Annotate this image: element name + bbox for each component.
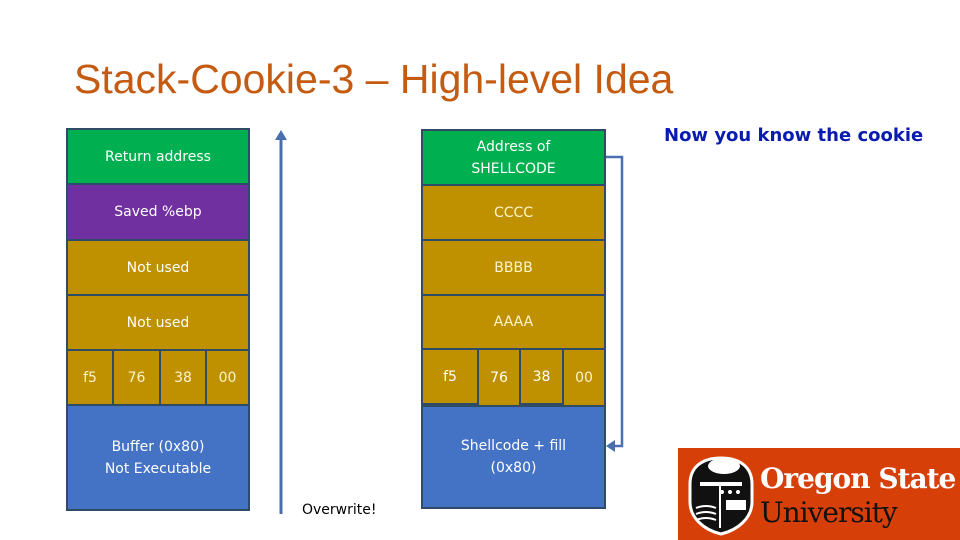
- logo-line2: University: [760, 496, 898, 529]
- shellcode-buffer-sublabel: (0x80): [490, 460, 537, 476]
- shellcode-buffer-slot: Shellcode + fill (0x80): [421, 405, 606, 509]
- not-used-label: Not used: [126, 314, 190, 331]
- overwrite-arrow-icon: [275, 130, 287, 514]
- beaver-crest-icon: [688, 456, 754, 536]
- cccc-label: CCCC: [493, 204, 534, 221]
- bbbb-label: BBBB: [494, 259, 533, 276]
- aaaa-label: AAAA: [493, 314, 534, 330]
- shellcode-address-label: Address of: [476, 138, 551, 155]
- buffer-label: Buffer (0x80): [111, 438, 205, 455]
- cookie-byte-label: 76: [490, 369, 508, 386]
- cookie-byte: 00: [205, 349, 250, 406]
- shellcode-address-slot: Address of SHELLCODE: [421, 129, 606, 186]
- cookie-byte: 76: [112, 349, 161, 406]
- cccc-slot: CCCC: [421, 184, 606, 241]
- cookie-byte: f5: [421, 348, 479, 405]
- cookie-byte-label: 76: [127, 369, 146, 386]
- oregon-state-logo: Oregon State University: [678, 448, 960, 540]
- cookie-byte: 38: [519, 348, 564, 405]
- bbbb-slot: BBBB: [421, 239, 606, 296]
- jump-arrow-icon: [606, 155, 624, 452]
- cookie-byte-label: f5: [443, 368, 457, 385]
- cookie-byte-label: 00: [575, 369, 593, 386]
- cookie-byte-label: 38: [174, 369, 192, 386]
- cookie-byte: f5: [66, 349, 114, 406]
- aaaa-slot: AAAA: [421, 294, 606, 350]
- buffer-slot: Buffer (0x80) Not Executable: [66, 404, 250, 511]
- slide-title: Stack-Cookie-3 – High-level Idea: [74, 56, 674, 102]
- saved-ebp-slot: Saved %ebp: [66, 183, 250, 241]
- shellcode-buffer-label: Shellcode + fill: [460, 438, 567, 454]
- not-used-slot-1: Not used: [66, 239, 250, 296]
- saved-ebp-label: Saved %ebp: [114, 204, 202, 220]
- shellcode-address-sublabel: SHELLCODE: [471, 160, 556, 177]
- return-address-label: Return address: [105, 148, 211, 165]
- cookie-byte-label: 38: [532, 368, 551, 385]
- cookie-byte-label: 00: [218, 369, 237, 386]
- cookie-byte: 76: [477, 348, 521, 407]
- cookie-byte: 38: [159, 349, 207, 406]
- cookie-byte-label: f5: [83, 369, 97, 386]
- logo-line1: Oregon State: [760, 462, 956, 495]
- not-used-slot-2: Not used: [66, 294, 250, 351]
- not-used-label: Not used: [126, 259, 190, 276]
- return-address-slot: Return address: [66, 128, 250, 185]
- overwrite-label: Overwrite!: [302, 502, 377, 518]
- buffer-sublabel: Not Executable: [104, 460, 212, 477]
- cookie-note: Now you know the cookie: [664, 125, 924, 146]
